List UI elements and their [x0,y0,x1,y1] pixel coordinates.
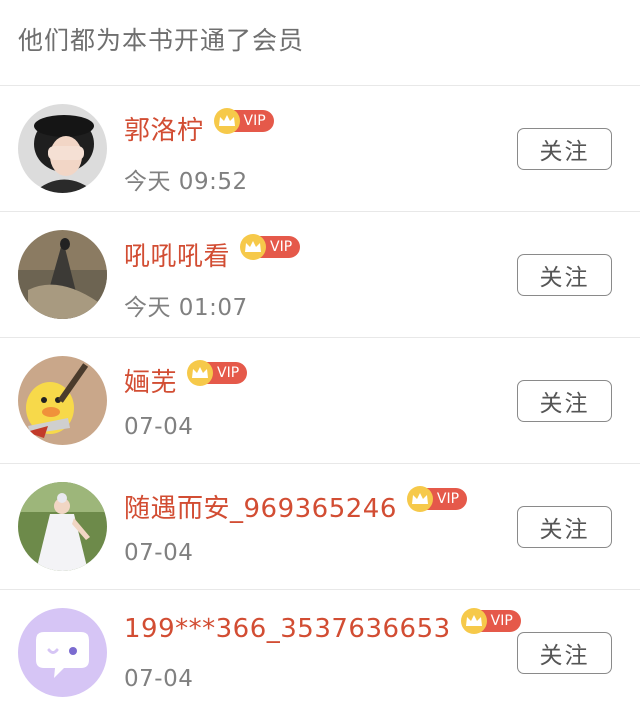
member-time: 07-04 [124,666,194,692]
crown-icon [240,233,267,260]
avatar-girl-cap-icon [18,104,107,193]
member-name[interactable]: 郭洛柠 [124,110,204,147]
member-time: 07-04 [124,414,194,440]
member-time: 今天 09:52 [124,169,248,195]
vip-badge: VIP [187,359,248,386]
avatar[interactable] [18,104,107,193]
member-time: 07-04 [124,540,194,566]
avatar-duck-icon [18,356,107,445]
vip-badge: VIP [460,608,521,634]
follow-button[interactable]: 关注 [517,506,612,548]
member-name-line: 吼吼吼看 VIP [124,233,301,273]
page-header: 他们都为本书开通了会员 [0,0,640,86]
list-item[interactable]: 婳芜 VIP 07-04 关注 [0,338,640,464]
member-list: 郭洛柠 VIP 今天 09:52 关注 吼吼吼看 VIP 今天 01:07 关注… [0,86,640,706]
avatar[interactable] [18,608,107,697]
avatar[interactable] [18,356,107,445]
follow-button[interactable]: 关注 [517,128,612,170]
page-title: 他们都为本书开通了会员 [18,25,305,55]
member-name[interactable]: 婳芜 [124,362,177,399]
member-name-line: 随遇而安_969365246 VIP [124,485,468,525]
follow-button[interactable]: 关注 [517,380,612,422]
member-name[interactable]: 吼吼吼看 [124,236,230,273]
crown-icon [460,608,487,634]
avatar[interactable] [18,230,107,319]
member-name[interactable]: 199***366_3537636653 [124,614,451,644]
list-item[interactable]: 随遇而安_969365246 VIP 07-04 关注 [0,464,640,590]
member-name-line: 199***366_3537636653 VIP [124,608,521,644]
vip-badge: VIP [240,233,301,260]
vip-badge: VIP [213,107,274,134]
vip-badge: VIP [406,485,468,512]
member-name-line: 婳芜 VIP [124,359,248,399]
follow-button[interactable]: 关注 [517,254,612,296]
list-item[interactable]: 郭洛柠 VIP 今天 09:52 关注 [0,86,640,212]
list-item[interactable]: 吼吼吼看 VIP 今天 01:07 关注 [0,212,640,338]
crown-icon [213,107,240,134]
member-name[interactable]: 随遇而安_969365246 [124,488,397,525]
crown-icon [406,485,433,512]
avatar[interactable] [18,482,107,571]
avatar-painting-icon [18,230,107,319]
avatar-bride-icon [18,482,107,571]
member-time: 今天 01:07 [124,295,248,321]
avatar-default-chat-icon [18,608,107,697]
list-item[interactable]: 199***366_3537636653 VIP 07-04 关注 [0,590,640,706]
follow-button[interactable]: 关注 [517,632,612,674]
member-name-line: 郭洛柠 VIP [124,107,274,147]
crown-icon [187,359,214,386]
